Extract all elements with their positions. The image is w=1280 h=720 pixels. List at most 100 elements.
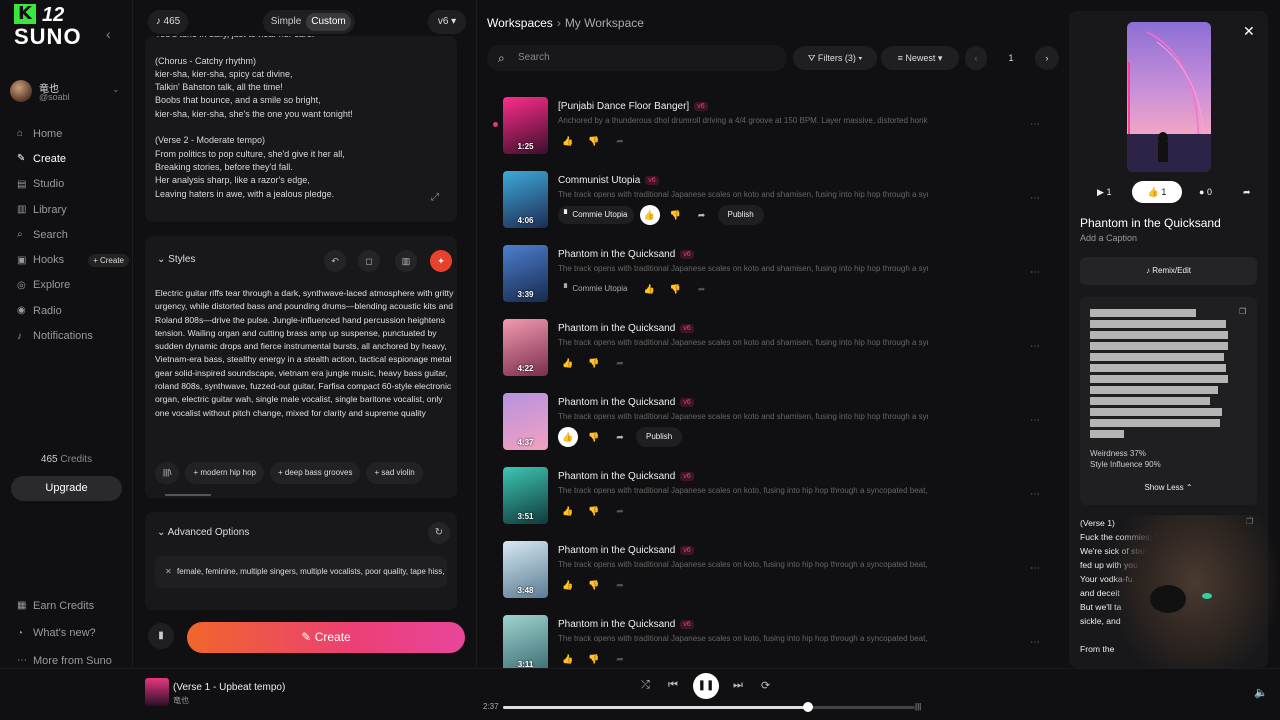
thumbs-up-icon[interactable]: 👍 [640,279,660,299]
show-less-button[interactable]: Show Less ⌃ [1080,483,1257,492]
copy-button[interactable]: ◻ [358,250,380,272]
thumbs-up-icon[interactable]: 👍 [558,131,578,151]
song-thumbnail[interactable]: 3:11 [503,615,548,672]
waveform-icon[interactable]: ||| [915,702,921,711]
song-title[interactable]: Phantom in the Quicksand v6 [558,397,694,408]
song-row[interactable]: 4:22 Phantom in the Quicksand v6 The track … [487,313,1067,387]
nav-item-studio[interactable]: ▤ Studio [17,172,129,197]
publish-button[interactable]: Publish [717,205,764,225]
sort-button[interactable]: ≡ Newest ▾ [881,46,959,70]
thumbs-up-icon[interactable]: 👍 [639,205,660,225]
create-button[interactable]: ✎ Create [187,622,465,653]
song-row[interactable]: 4:06 Communist Utopia v6 The track opens wi… [487,165,1067,239]
collapse-sidebar-icon[interactable]: ‹ [106,26,111,42]
share-icon[interactable]: ➦ [692,205,712,225]
style-chip[interactable]: + deep bass grooves [269,462,361,484]
styles-input[interactable]: Electric guitar riffs tear through a dar… [155,287,455,420]
nav-item-search[interactable]: ⌕ Search [17,222,129,247]
song-cover-art[interactable] [1127,22,1211,172]
now-playing-title[interactable]: (Verse 1 - Upbeat tempo) [173,682,285,693]
song-thumbnail[interactable]: 4:06 [503,171,548,228]
clear-button[interactable]: ▮ [148,623,174,649]
expand-icon[interactable]: ⤢ [431,192,439,203]
thumbs-down-icon[interactable]: 👎 [584,131,604,151]
song-thumbnail[interactable]: 3:48 [503,541,548,598]
more-options-icon[interactable]: ⋯ [1030,489,1040,500]
share-icon[interactable]: ➦ [692,279,712,299]
next-page-button[interactable]: › [1035,46,1059,70]
credits-pill[interactable]: ♪ 465 [148,10,188,34]
publish-button[interactable]: Publish [636,427,683,447]
upgrade-button[interactable]: Upgrade [11,476,122,501]
now-playing-cover[interactable] [145,678,169,706]
nav-item-earn-credits[interactable]: ▦ Earn Credits [17,592,132,620]
song-thumbnail[interactable]: 4:22 [503,319,548,376]
thumbs-up-icon[interactable]: 👍 [558,575,578,595]
filters-button[interactable]: ⛛ Filters (3) ▾ [793,46,877,70]
style-library-icon[interactable]: |||\ [155,462,180,484]
share-icon[interactable]: ➦ [610,649,630,669]
more-options-icon[interactable]: ⋯ [1030,119,1040,130]
suno-logo[interactable]: K 12 SUNO [14,4,94,49]
thumbs-up-icon[interactable]: 👍 [558,649,578,669]
song-title[interactable]: Communist Utopia v6 [558,175,659,186]
thumbs-down-icon[interactable]: 👎 [584,501,604,521]
song-title[interactable]: Phantom in the Quicksand v6 [558,619,694,630]
styles-header[interactable]: ⌄ Styles [157,254,195,265]
next-icon[interactable]: ⏭ [733,679,743,692]
thumbs-up-icon[interactable]: 👍 [558,353,578,373]
like-button[interactable]: 👍 1 [1132,181,1182,203]
nav-item-library[interactable]: ▥ Library [17,197,129,222]
progress-bar[interactable] [503,702,915,712]
breadcrumb-workspaces[interactable]: Workspaces [487,16,553,30]
thumbs-up-icon[interactable]: 👍 [558,427,578,447]
song-thumbnail[interactable]: 3:39 [503,245,548,302]
exclude-styles-input[interactable]: ✕ female, feminine, multiple singers, mul… [155,556,447,588]
lyrics-text[interactable]: You'd tune in daily, just to hear her ca… [155,36,445,201]
more-options-icon[interactable]: ⋯ [1030,193,1040,204]
nav-item-notifications[interactable]: ♪ Notifications [17,323,129,348]
song-title[interactable]: Phantom in the Quicksand v6 [558,545,694,556]
song-thumbnail[interactable]: 3:51 [503,467,548,524]
workspace-tag[interactable]: ▘ Commie Utopia [558,206,634,224]
more-options-icon[interactable]: ⋯ [1030,267,1040,278]
thumbs-up-icon[interactable]: 👍 [558,501,578,521]
song-row[interactable]: 4:37 Phantom in the Quicksand v6 The track … [487,387,1067,461]
mode-simple-tab[interactable]: Simple [267,13,305,31]
song-thumbnail[interactable]: 1:25 [503,97,548,154]
user-profile[interactable]: 竜也 @soabl ⌄ [10,78,125,106]
mode-custom-tab[interactable]: Custom [306,13,351,31]
thumbs-down-icon[interactable]: 👎 [584,649,604,669]
share-icon[interactable]: ➦ [610,353,630,373]
reset-icon[interactable]: ↻ [428,522,450,544]
volume-icon[interactable]: 🔈 [1254,686,1268,699]
comment-button[interactable]: ● 0 [1199,181,1212,203]
more-options-icon[interactable]: ⋯ [1030,415,1040,426]
nav-item-explore[interactable]: ◎ Explore [17,273,129,298]
repeat-icon[interactable]: ⟳ [761,679,770,692]
search-input[interactable]: ⌕ Search [487,45,787,71]
style-chip[interactable]: + modern hip hop [185,462,264,484]
song-row[interactable]: 3:51 Phantom in the Quicksand v6 The track … [487,461,1067,535]
song-title[interactable]: Phantom in the Quicksand v6 [558,323,694,334]
song-title[interactable]: [Punjabi Dance Floor Banger] v6 [558,101,708,112]
nav-item-radio[interactable]: ◉ Radio [17,298,129,323]
thumbs-down-icon[interactable]: 👎 [584,353,604,373]
nav-item-hooks[interactable]: ▣ Hooks + Create [17,247,129,272]
hooks-create-button[interactable]: + Create [88,253,129,267]
workspace-tag[interactable]: ▘ Commie Utopia [558,280,634,298]
song-row[interactable]: 3:48 Phantom in the Quicksand v6 The track … [487,535,1067,609]
add-caption-link[interactable]: Add a Caption [1080,233,1137,243]
remix-edit-button[interactable]: ♪ Remix/Edit [1080,257,1257,285]
song-row[interactable]: 1:25 [Punjabi Dance Floor Banger] v6 Anchor… [487,91,1067,165]
undo-button[interactable]: ↶ [324,250,346,272]
chips-scrollbar[interactable] [165,494,211,496]
more-options-icon[interactable]: ⋯ [1030,637,1040,648]
thumbs-down-icon[interactable]: 👎 [666,205,686,225]
song-title[interactable]: Phantom in the Quicksand v6 [558,471,694,482]
previous-icon[interactable]: ⏮ [668,679,678,692]
pause-button[interactable]: ❚❚ [693,673,719,699]
share-icon[interactable]: ➦ [610,501,630,521]
more-options-icon[interactable]: ⋯ [1030,563,1040,574]
song-thumbnail[interactable]: 4:37 [503,393,548,450]
